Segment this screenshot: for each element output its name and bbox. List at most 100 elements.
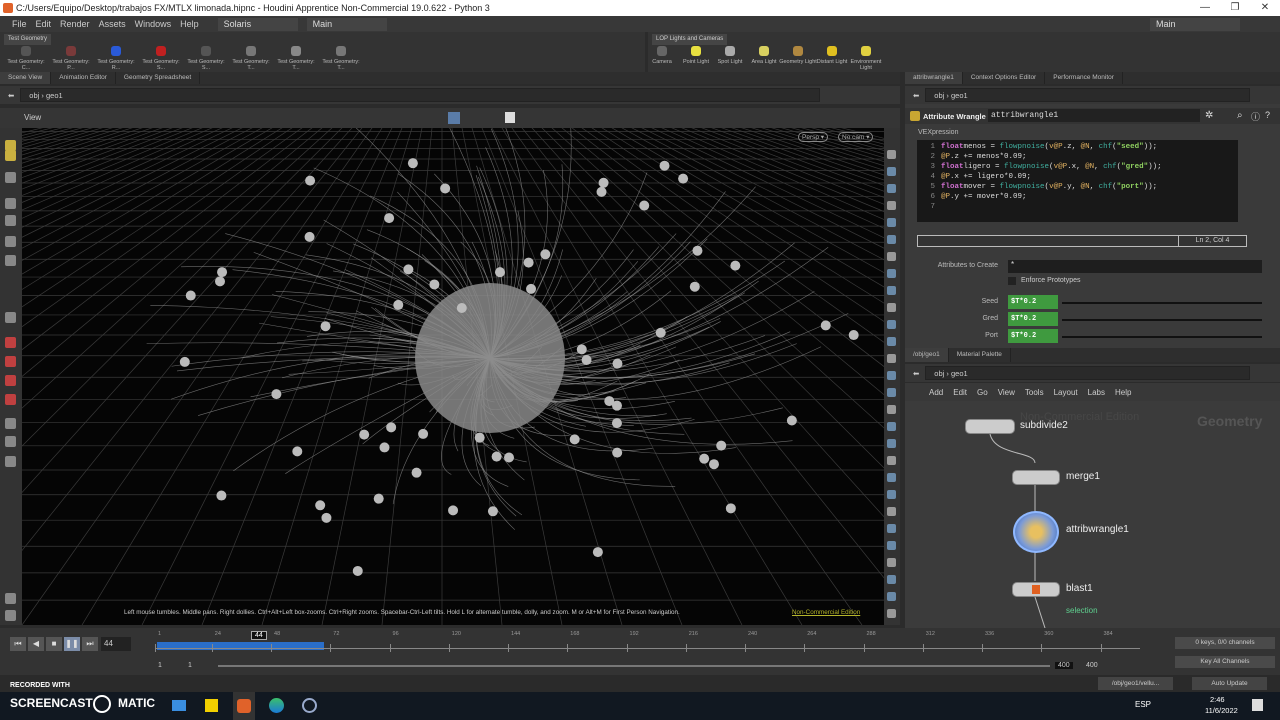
menu-assets[interactable]: Assets xyxy=(99,19,126,29)
menu-add[interactable]: Add xyxy=(929,388,943,397)
node-merge1[interactable] xyxy=(1012,470,1060,485)
mail-icon[interactable] xyxy=(172,700,186,711)
shelf-tab[interactable]: LOP Lights and Cameras xyxy=(652,34,728,45)
display-option-icon[interactable] xyxy=(887,609,896,618)
tool-icon-3[interactable] xyxy=(5,198,16,209)
tool-icon-6[interactable] xyxy=(5,255,16,266)
back-arrow-icon[interactable]: ⬅ xyxy=(913,369,919,378)
desktop-select[interactable]: Solaris xyxy=(217,17,298,31)
port-slider[interactable] xyxy=(1062,336,1262,338)
end-frame[interactable]: 400 xyxy=(1086,662,1098,669)
tool-icon-2[interactable] xyxy=(5,172,16,183)
tab-attribwrangle1[interactable]: attribwrangle1 xyxy=(905,72,963,84)
display-option-icon[interactable] xyxy=(887,422,896,431)
shelf-tool-2[interactable]: Test Geometry: R... xyxy=(94,46,138,71)
display-option-icon[interactable] xyxy=(887,541,896,550)
sticky-notes-icon[interactable] xyxy=(205,699,218,712)
tab-geometry-spreadsheet[interactable]: Geometry Spreadsheet xyxy=(116,72,201,84)
display-option-icon[interactable] xyxy=(887,201,896,210)
tool-icon-1[interactable] xyxy=(5,150,16,161)
seed-slider[interactable] xyxy=(1062,302,1262,304)
camera-menu[interactable]: No cam ▾ xyxy=(838,132,874,142)
network-editor[interactable]: Geometry Non-Commercial Edition subdivid… xyxy=(905,401,1280,628)
help-icon[interactable]: ? xyxy=(1265,110,1270,120)
screencast-taskbar-icon[interactable] xyxy=(302,698,317,713)
clock-time[interactable]: 2:46 xyxy=(1210,695,1225,704)
tool-icon-14[interactable] xyxy=(5,456,16,467)
menu-layout[interactable]: Layout xyxy=(1054,388,1078,397)
shelf-tab[interactable]: Test Geometry xyxy=(4,34,52,45)
port-field[interactable]: $T*0.2 xyxy=(1008,329,1058,343)
frame-ruler[interactable]: 1 24 48 72 96 120 144 168 192 216 240 264 288 312 336 3… xyxy=(155,631,1140,654)
shelf-tool-1[interactable]: Test Geometry: P... xyxy=(49,46,93,71)
display-option-icon[interactable] xyxy=(887,150,896,159)
display-option-icon[interactable] xyxy=(887,524,896,533)
lang-indicator[interactable]: ESP xyxy=(1135,700,1151,709)
path-input[interactable]: obj › geo1 xyxy=(925,88,1250,102)
menu-labs[interactable]: Labs xyxy=(1088,388,1105,397)
gred-field[interactable]: $T*0.2 xyxy=(1008,312,1058,326)
menu-help[interactable]: Help xyxy=(180,19,199,29)
tab-material-palette[interactable]: Material Palette xyxy=(949,348,1011,362)
enforce-checkbox[interactable] xyxy=(1008,277,1016,285)
close-button[interactable]: ✕ xyxy=(1250,0,1280,16)
jump-start-button[interactable]: ⏮ xyxy=(10,637,26,651)
scene-viewport[interactable]: Persp ▾ No cam ▾ Left mouse tumbles. Mid… xyxy=(0,128,884,625)
display-option-icon[interactable] xyxy=(887,184,896,193)
display-option-icon[interactable] xyxy=(887,269,896,278)
display-option-icon[interactable] xyxy=(887,371,896,380)
shelf-tool-5[interactable]: Test Geometry: T... xyxy=(229,46,273,71)
frame-input[interactable]: 44 xyxy=(101,637,131,651)
display-option-icon[interactable] xyxy=(887,337,896,346)
tool-icon-5[interactable] xyxy=(5,236,16,247)
jump-end-button[interactable]: ⏭ xyxy=(82,637,98,651)
range-slider[interactable] xyxy=(218,665,1050,667)
menu-go[interactable]: Go xyxy=(977,388,988,397)
tab-scene-view[interactable]: Scene View xyxy=(0,72,52,84)
persp-menu[interactable]: Persp ▾ xyxy=(798,132,829,142)
tool-icon-10[interactable] xyxy=(5,375,16,386)
display-option-icon[interactable] xyxy=(887,303,896,312)
shelf-tool-6[interactable]: Test Geometry: T... xyxy=(274,46,318,71)
node-subdivide2[interactable] xyxy=(965,419,1015,434)
key-all-channels-button[interactable]: Key All Channels xyxy=(1175,656,1275,668)
shelf-tool-4[interactable]: Test Geometry: S... xyxy=(184,46,228,71)
select-mode-icon[interactable] xyxy=(448,112,460,124)
clock-date[interactable]: 11/6/2022 xyxy=(1205,706,1238,715)
tool-icon-8[interactable] xyxy=(5,337,16,348)
display-option-icon[interactable] xyxy=(887,286,896,295)
menu-edit[interactable]: Edit xyxy=(36,19,52,29)
menu-windows[interactable]: Windows xyxy=(135,19,172,29)
display-icon[interactable] xyxy=(505,112,515,123)
node-attribwrangle1[interactable] xyxy=(1013,511,1059,553)
node-blast1[interactable] xyxy=(1012,582,1060,597)
notifications-icon[interactable] xyxy=(1252,699,1263,711)
display-option-icon[interactable] xyxy=(887,320,896,329)
attributes-input[interactable]: * xyxy=(1008,260,1262,273)
restore-button[interactable]: ❐ xyxy=(1220,0,1250,16)
menu-help[interactable]: Help xyxy=(1115,388,1131,397)
display-option-icon[interactable] xyxy=(887,252,896,261)
node-name-input[interactable]: attribwrangle1 xyxy=(988,109,1200,122)
playback-end-frame[interactable]: 400 xyxy=(1055,662,1073,669)
menu-render[interactable]: Render xyxy=(60,19,90,29)
gear-icon[interactable]: ✲ xyxy=(1205,110,1213,121)
menu-file[interactable]: File xyxy=(12,19,27,29)
tab-performance-monitor[interactable]: Performance Monitor xyxy=(1045,72,1123,84)
display-option-icon[interactable] xyxy=(887,558,896,567)
shelf-tool-environment-light[interactable]: Environment Light xyxy=(846,46,886,71)
keys-channels[interactable]: 0 keys, 0/0 channels xyxy=(1175,637,1275,649)
vex-code-editor[interactable]: 1 floatmenos = flowpnoise(v@P.z, @N, chf(… xyxy=(917,140,1238,222)
shelf-tool-7[interactable]: Test Geometry: T... xyxy=(319,46,363,71)
tab-context-options[interactable]: Context Options Editor xyxy=(963,72,1046,84)
minimize-button[interactable]: — xyxy=(1190,0,1220,16)
cook-path[interactable]: /obj/geo1/vellu... xyxy=(1098,677,1173,690)
display-option-icon[interactable] xyxy=(887,592,896,601)
shelf-tool-3[interactable]: Test Geometry: S... xyxy=(139,46,183,71)
stop-button[interactable]: ■ xyxy=(46,637,62,651)
tool-icon-4[interactable] xyxy=(5,215,16,226)
tool-icon-9[interactable] xyxy=(5,356,16,367)
playback-start-frame[interactable]: 1 xyxy=(188,662,192,669)
display-option-icon[interactable] xyxy=(887,405,896,414)
path-input[interactable]: obj › geo1 xyxy=(925,366,1250,380)
